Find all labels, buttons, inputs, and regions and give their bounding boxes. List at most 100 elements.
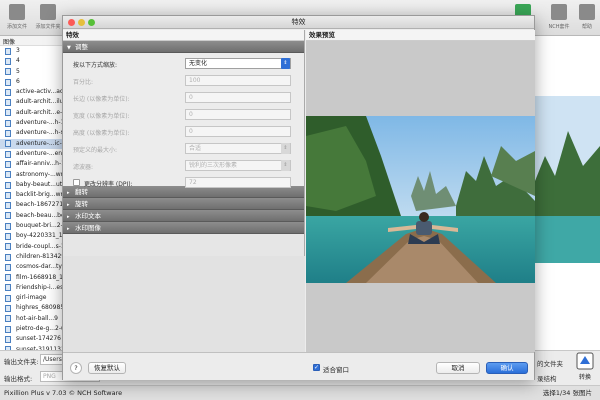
preset-size-select[interactable]: 合适 ⇕ xyxy=(185,143,291,154)
add-folder-button[interactable]: 添加文件夹 xyxy=(33,4,63,34)
image-file-icon xyxy=(5,253,11,261)
file-name: bride-coupl...s-1 xyxy=(16,242,63,250)
minimize-window-button[interactable] xyxy=(78,19,85,26)
file-list-item[interactable]: 5 xyxy=(0,67,63,77)
file-list-item[interactable]: hot-air-ball...9 xyxy=(0,314,63,324)
dpi-input[interactable]: 72 xyxy=(185,177,291,188)
file-list-item[interactable]: adult-archit...ilui xyxy=(0,97,63,107)
change-dpi-checkbox[interactable] xyxy=(73,179,80,186)
filter-select[interactable]: 锐利的三次形像素 ⇕ xyxy=(185,160,291,171)
section-adjust[interactable]: ▼ 调整 xyxy=(63,41,304,53)
add-files-button[interactable]: 添加文件 xyxy=(2,4,32,34)
file-list-item[interactable]: children-813429 xyxy=(0,252,63,262)
section-watermark-text-label: 水印文本 xyxy=(75,212,101,220)
file-list: 3 4 5 6 active-activ...ach adult-archit...ilu… xyxy=(0,46,63,350)
help-toolbar-button[interactable]: 帮助 xyxy=(572,4,600,34)
chevron-updown-icon: ⇕ xyxy=(281,160,290,171)
file-list-item[interactable]: adult-archit...e-b xyxy=(0,108,63,118)
file-list-item[interactable]: bouquet-bri...2-6 xyxy=(0,221,63,231)
convert-icon xyxy=(576,352,594,370)
file-name: children-813429 xyxy=(16,252,63,260)
file-list-item[interactable]: 4 xyxy=(0,56,63,66)
scale-mode-label: 按以下方式缩放: xyxy=(73,62,118,69)
file-name: backlit-brig...wn- xyxy=(16,191,63,199)
file-list-item[interactable]: 3 xyxy=(0,46,63,56)
file-list-item[interactable]: astronomy-...wn- xyxy=(0,170,63,180)
section-watermark-image-label: 水印图像 xyxy=(75,224,101,232)
file-name: sunset-174276 xyxy=(16,335,61,343)
percent-input[interactable]: 100 xyxy=(185,75,291,86)
nch-suite-button[interactable]: NCH套件 xyxy=(544,4,574,34)
filter-value: 锐利的三次形像素 xyxy=(189,162,238,169)
height-input[interactable]: 0 xyxy=(185,126,291,137)
long-side-input[interactable]: 0 xyxy=(185,92,291,103)
file-list-item[interactable]: adventure-...h-sh xyxy=(0,128,63,138)
nch-suite-icon xyxy=(551,4,567,20)
file-list-item[interactable]: beach-beau...beau xyxy=(0,211,63,221)
file-list-item[interactable]: pietro-de-g...2-u xyxy=(0,324,63,334)
restore-defaults-button[interactable]: 恢复默认 xyxy=(88,362,126,374)
file-list-item[interactable]: adventure-...ent- xyxy=(0,149,63,159)
file-list-item[interactable]: active-activ...ach xyxy=(0,87,63,97)
file-name: hot-air-ball...9 xyxy=(16,314,58,322)
section-watermark-image[interactable]: ▸ 水印图像 xyxy=(63,222,304,234)
file-list-item[interactable]: backlit-brig...wn- xyxy=(0,190,63,200)
image-file-icon xyxy=(5,294,11,302)
chevron-updown-icon: ⇕ xyxy=(281,143,290,154)
section-adjust-label: 调整 xyxy=(75,43,88,51)
fit-window-checkbox[interactable]: ✓ xyxy=(313,364,320,371)
dialog-footer: ? 恢复默认 ✓ 适合窗口 取消 确认 xyxy=(63,352,534,380)
image-file-icon xyxy=(5,160,11,168)
scale-mode-select[interactable]: 无变化 ⇕ xyxy=(185,58,291,69)
section-flip-label: 翻转 xyxy=(75,188,88,196)
file-list-item[interactable]: affair-anniv...h-1 xyxy=(0,159,63,169)
file-list-item[interactable]: bride-coupl...s-1 xyxy=(0,242,63,252)
file-list-item[interactable]: adventure-...h-11 xyxy=(0,118,63,128)
image-file-icon xyxy=(5,222,11,230)
file-name: adventure-...ent- xyxy=(16,149,63,157)
file-name: beach-1867271 xyxy=(16,201,63,209)
output-option-text-2: 录结构 xyxy=(537,375,557,383)
section-rotate[interactable]: ▸ 旋转 xyxy=(63,198,304,210)
image-file-icon xyxy=(5,88,11,96)
help-button[interactable]: ? xyxy=(70,362,82,374)
status-bar: Pixillion Plus v 7.03 © NCH Software 选择1… xyxy=(0,385,600,400)
preset-size-value: 合适 xyxy=(189,145,202,152)
convert-button[interactable]: 转换 xyxy=(573,352,597,382)
file-name: Friendship-i...es- xyxy=(16,283,63,291)
file-list-item[interactable]: 6 xyxy=(0,77,63,87)
zoom-window-button[interactable] xyxy=(88,19,95,26)
file-list-item[interactable]: sunset-174276 xyxy=(0,334,63,344)
effects-pane: 特效 ▼ 调整 按以下方式缩放: 无变化 ⇕ 百分比: 100 长边 (以像素为单位… xyxy=(63,30,305,352)
file-list-item[interactable]: highres_6809857 xyxy=(0,303,63,313)
close-window-button[interactable] xyxy=(68,19,75,26)
width-label: 宽度 (以像素为单位): xyxy=(73,113,130,120)
image-file-icon xyxy=(5,57,11,65)
file-list-item[interactable]: boy-4220331_1 xyxy=(0,231,63,241)
ok-button[interactable]: 确认 xyxy=(486,362,528,374)
file-list-item[interactable]: film-1668918_12 xyxy=(0,273,63,283)
file-list-item[interactable]: adventure-...ic-1 xyxy=(0,138,63,149)
file-name: adult-archit...e-b xyxy=(16,108,63,116)
cancel-button[interactable]: 取消 xyxy=(436,362,480,374)
add-file-icon xyxy=(9,4,25,20)
file-list-item[interactable]: beach-1867271 xyxy=(0,200,63,210)
file-list-item[interactable]: girl-image xyxy=(0,293,63,303)
output-format-label: 输出格式: xyxy=(4,375,33,383)
preview-pane: 效果预览 xyxy=(306,30,535,352)
image-file-icon xyxy=(5,284,11,292)
file-list-item[interactable]: cosmos-dar...ty- xyxy=(0,262,63,272)
section-watermark-text[interactable]: ▸ 水印文本 xyxy=(63,210,304,222)
status-selection: 选择1/34 张图片 xyxy=(542,389,592,397)
file-name: cosmos-dar...ty- xyxy=(16,263,63,271)
width-input[interactable]: 0 xyxy=(185,109,291,120)
image-file-icon xyxy=(5,78,11,86)
fit-window-label: 适合窗口 xyxy=(323,366,349,374)
image-file-icon xyxy=(5,140,11,148)
file-list-item[interactable]: Friendship-i...es- xyxy=(0,283,63,293)
scale-mode-value: 无变化 xyxy=(189,60,208,67)
file-name: pietro-de-g...2-u xyxy=(16,325,63,333)
percent-label: 百分比: xyxy=(73,79,94,86)
change-dpi-label: 更改分辨率 (DPI): xyxy=(84,181,133,188)
file-list-item[interactable]: baby-beaut...uty- xyxy=(0,180,63,190)
